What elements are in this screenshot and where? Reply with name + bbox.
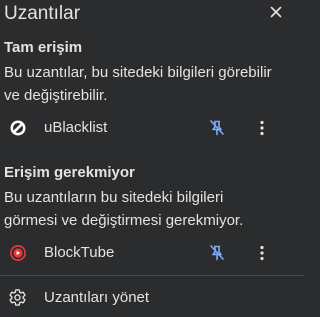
extension-row-ublacklist[interactable]: uBlacklist bbox=[0, 112, 304, 144]
extension-row-blocktube[interactable]: BlockTube bbox=[0, 237, 304, 269]
extension-name: uBlacklist bbox=[44, 119, 108, 136]
unpin-icon bbox=[210, 245, 224, 261]
more-vert-icon bbox=[260, 120, 264, 136]
manage-extensions-label: Uzantıları yönet bbox=[44, 289, 150, 306]
section-no-access-title: Erişim gerekmiyor bbox=[4, 164, 135, 181]
blocktube-icon bbox=[9, 244, 27, 262]
gear-icon bbox=[8, 288, 27, 307]
extensions-popup: Uzantılar Tam erişim Bu uzantılar, bu si… bbox=[0, 0, 304, 317]
close-icon bbox=[270, 6, 282, 18]
divider bbox=[0, 275, 304, 276]
more-options-button[interactable] bbox=[252, 243, 272, 263]
more-options-button[interactable] bbox=[252, 118, 272, 138]
section-full-access-desc-line2: ve değiştirebilir. bbox=[4, 87, 108, 104]
section-full-access-desc-line1: Bu uzantılar, bu sitedeki bilgileri göre… bbox=[4, 64, 272, 81]
pin-button[interactable] bbox=[207, 118, 227, 138]
ublacklist-icon bbox=[9, 119, 27, 137]
extension-name: BlockTube bbox=[44, 244, 115, 261]
manage-extensions-button[interactable]: Uzantıları yönet bbox=[0, 283, 304, 313]
unpin-icon bbox=[210, 120, 224, 136]
section-full-access-title: Tam erişim bbox=[4, 39, 83, 56]
section-no-access-desc-line1: Bu uzantıların bu sitedeki bilgileri bbox=[4, 189, 224, 206]
pin-button[interactable] bbox=[207, 243, 227, 263]
section-no-access-desc-line2: görmesi ve değiştirmesi gerekmiyor. bbox=[4, 212, 244, 229]
more-vert-icon bbox=[260, 245, 264, 261]
popup-title: Uzantılar bbox=[4, 3, 81, 24]
popup-header: Uzantılar bbox=[4, 2, 300, 26]
close-button[interactable] bbox=[266, 2, 286, 22]
